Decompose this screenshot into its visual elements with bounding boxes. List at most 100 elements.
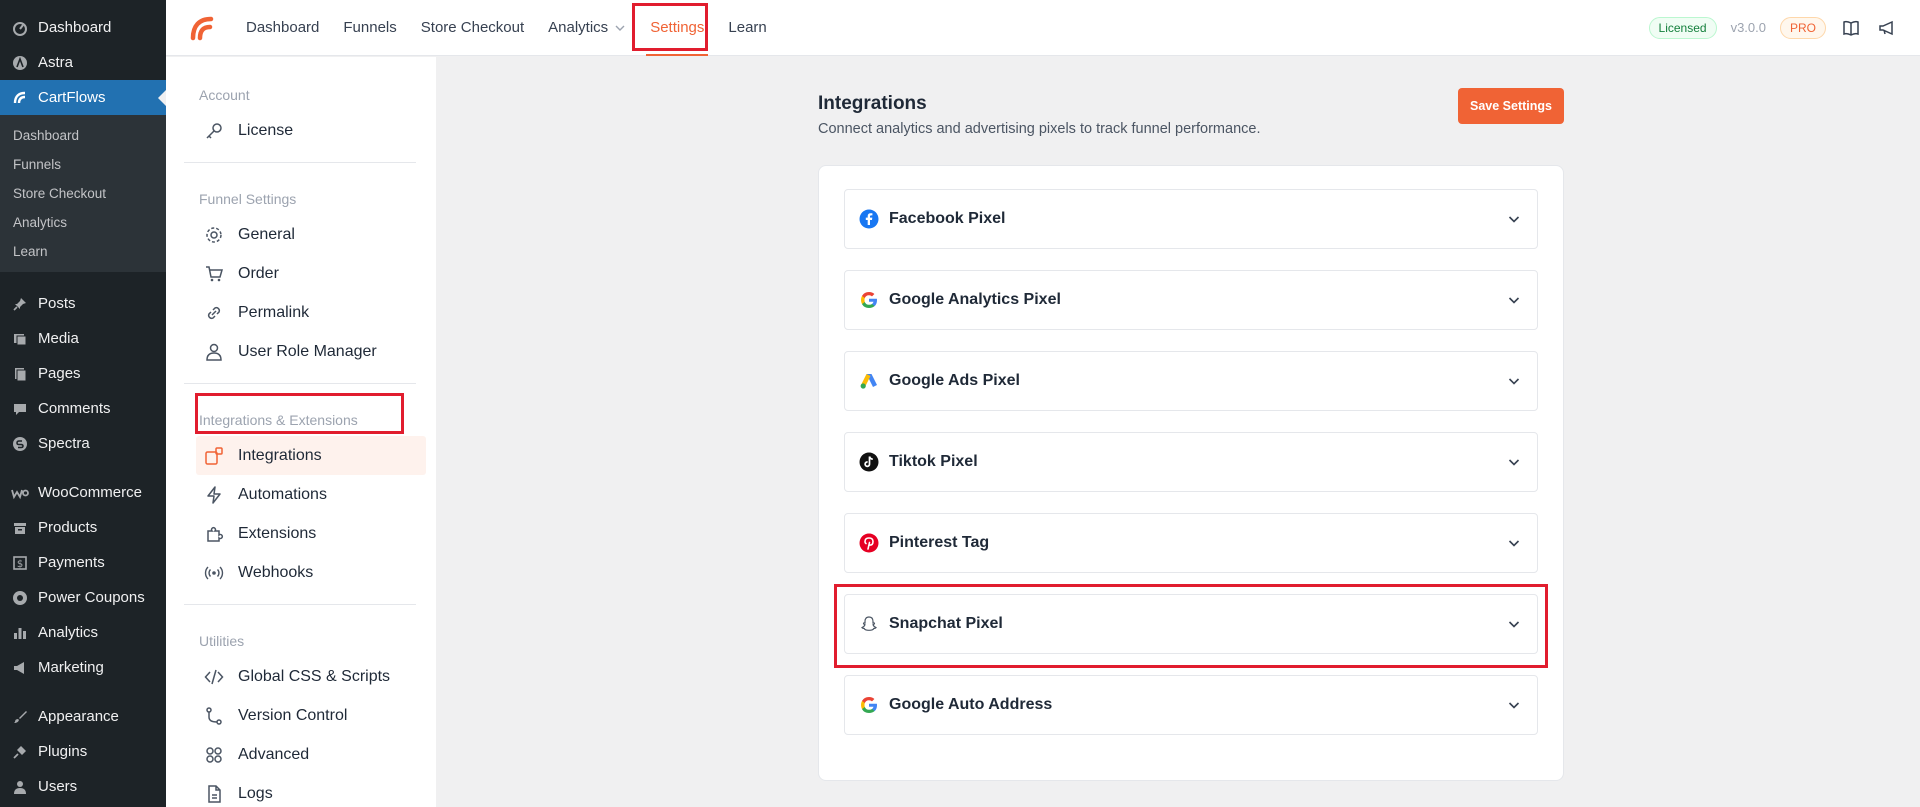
accordion-google-auto-address[interactable]: Google Auto Address <box>844 675 1538 735</box>
comment-icon <box>10 399 30 419</box>
settings-item-extensions[interactable]: Extensions <box>166 514 436 553</box>
page-subtitle: Connect analytics and advertising pixels… <box>818 121 1261 137</box>
wp-submenu-store-checkout[interactable]: Store Checkout <box>0 179 166 208</box>
wp-submenu-funnels[interactable]: Funnels <box>0 150 166 179</box>
wp-submenu-dashboard[interactable]: Dashboard <box>0 121 166 150</box>
accordion-facebook-pixel[interactable]: Facebook Pixel <box>844 189 1538 249</box>
settings-item-user-role-manager[interactable]: User Role Manager <box>166 332 436 371</box>
wp-menu-pages[interactable]: Pages <box>0 356 166 391</box>
lightning-icon <box>204 485 224 505</box>
wp-menu-woocommerce[interactable]: WooCommerce <box>0 475 166 510</box>
accordion-pinterest-tag[interactable]: Pinterest Tag <box>844 513 1538 573</box>
wp-menu-power-coupons[interactable]: Power Coupons <box>0 580 166 615</box>
accordion-label: Google Ads Pixel <box>889 372 1020 389</box>
wp-menu-users[interactable]: Users <box>0 769 166 804</box>
settings-item-webhooks[interactable]: Webhooks <box>166 553 436 592</box>
settings-item-version-control[interactable]: Version Control <box>166 696 436 735</box>
wp-menu-cartflows[interactable]: CartFlows <box>0 80 166 115</box>
wp-menu-label: Pages <box>38 365 81 382</box>
accordion-tiktok-pixel[interactable]: Tiktok Pixel <box>844 432 1538 492</box>
settings-item-order[interactable]: Order <box>166 254 436 293</box>
accordion-google-ads-pixel[interactable]: Google Ads Pixel <box>844 351 1538 411</box>
wp-menu-comments[interactable]: Comments <box>0 391 166 426</box>
nav-analytics[interactable]: Analytics <box>536 0 638 56</box>
wp-submenu-cartflows: Dashboard Funnels Store Checkout Analyti… <box>0 115 166 272</box>
archive-icon <box>10 518 30 538</box>
nav-funnels[interactable]: Funnels <box>331 0 408 56</box>
file-icon <box>204 784 224 804</box>
dollar-icon: $ <box>10 553 30 573</box>
settings-item-license[interactable]: License <box>166 111 436 150</box>
settings-item-label: General <box>238 225 295 243</box>
spectra-icon <box>10 434 30 454</box>
settings-item-automations[interactable]: Automations <box>166 475 436 514</box>
wp-menu-astra[interactable]: Astra <box>0 45 166 80</box>
book-icon[interactable] <box>1840 17 1862 39</box>
user-icon <box>10 777 30 797</box>
media-icon <box>10 329 30 349</box>
section-title-integrations: Integrations & Extensions <box>199 412 358 428</box>
wp-menu-marketing[interactable]: Marketing <box>0 650 166 685</box>
pro-badge: PRO <box>1779 16 1826 39</box>
settings-item-label: Advanced <box>238 745 310 763</box>
settings-item-logs[interactable]: Logs <box>166 774 436 807</box>
nav-store-checkout[interactable]: Store Checkout <box>409 0 536 56</box>
plug-icon <box>10 742 30 762</box>
integrations-panel: Facebook Pixel Google Analytics Pixel Go… <box>818 165 1564 781</box>
settings-item-label: Extensions <box>238 524 317 542</box>
settings-item-label: Logs <box>238 784 273 802</box>
code-icon <box>204 667 224 687</box>
wp-menu-dashboard[interactable]: Dashboard <box>0 10 166 45</box>
accordion-google-analytics-pixel[interactable]: Google Analytics Pixel <box>844 270 1538 330</box>
settings-item-label: Version Control <box>238 706 348 724</box>
app-header: Dashboard Funnels Store Checkout Analyti… <box>166 0 1920 56</box>
accordion-label: Snapchat Pixel <box>889 615 1003 632</box>
brush-icon <box>10 707 30 727</box>
wp-menu-label: Astra <box>38 54 74 71</box>
wp-menu-analytics[interactable]: Analytics <box>0 615 166 650</box>
wp-menu-media[interactable]: Media <box>0 321 166 356</box>
page-title: Integrations <box>818 93 927 114</box>
grid-icon <box>204 745 224 765</box>
wp-menu-label: Posts <box>38 295 76 312</box>
facebook-icon <box>859 209 879 229</box>
main-content: Integrations Connect analytics and adver… <box>436 57 1920 807</box>
settings-item-label: Webhooks <box>238 563 314 581</box>
puzzle-icon <box>204 524 224 544</box>
accordion-snapchat-pixel[interactable]: Snapchat Pixel <box>844 594 1538 654</box>
megaphone-icon[interactable] <box>1876 17 1898 39</box>
wp-menu-products[interactable]: Products <box>0 510 166 545</box>
settings-item-integrations[interactable]: Integrations <box>196 436 426 475</box>
nav-settings[interactable]: Settings <box>638 0 716 56</box>
nav-dashboard[interactable]: Dashboard <box>234 0 331 56</box>
wp-menu-posts[interactable]: Posts <box>0 286 166 321</box>
settings-item-global-css[interactable]: Global CSS & Scripts <box>166 657 436 696</box>
wp-menu-plugins[interactable]: Plugins <box>0 734 166 769</box>
google-icon <box>859 695 879 715</box>
settings-item-advanced[interactable]: Advanced <box>166 735 436 774</box>
wp-submenu-analytics[interactable]: Analytics <box>0 208 166 237</box>
wp-menu-appearance[interactable]: Appearance <box>0 699 166 734</box>
settings-item-general[interactable]: General <box>166 215 436 254</box>
chevron-down-icon <box>1505 210 1523 228</box>
nav-learn[interactable]: Learn <box>716 0 778 56</box>
bar-chart-icon <box>10 623 30 643</box>
divider <box>184 604 416 605</box>
chevron-down-icon <box>1505 291 1523 309</box>
wp-menu-label: Plugins <box>38 743 88 760</box>
wp-menu-label: Comments <box>38 400 111 417</box>
accordion-label: Tiktok Pixel <box>889 453 978 470</box>
cartflows-logo[interactable] <box>186 13 216 43</box>
wp-submenu-learn[interactable]: Learn <box>0 237 166 266</box>
wp-menu-label: Products <box>38 519 98 536</box>
wp-menu-label: Media <box>38 330 79 347</box>
settings-item-label: Permalink <box>238 303 310 321</box>
wp-menu-spectra[interactable]: Spectra <box>0 426 166 461</box>
megaphone-icon <box>10 658 30 678</box>
integrations-icon <box>204 446 224 466</box>
wp-menu-label: CartFlows <box>38 89 106 106</box>
save-settings-button[interactable]: Save Settings <box>1458 88 1564 124</box>
settings-item-permalink[interactable]: Permalink <box>166 293 436 332</box>
settings-item-label: Automations <box>238 485 327 503</box>
wp-menu-payments[interactable]: $ Payments <box>0 545 166 580</box>
